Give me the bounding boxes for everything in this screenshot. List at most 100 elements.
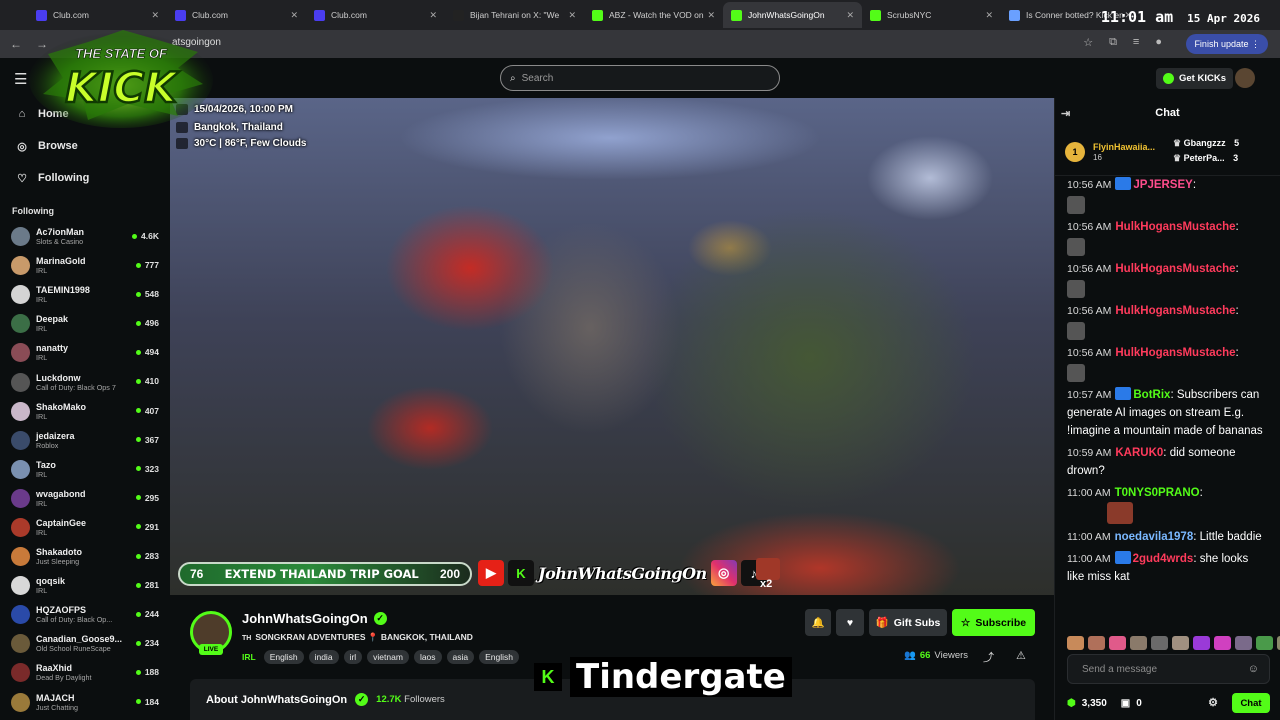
emoji-icon[interactable]: ☺ xyxy=(1248,663,1259,675)
following-item[interactable]: HQZAOFPS Call of Duty: Black Op... 244 xyxy=(0,600,170,629)
collapse-chat-icon[interactable]: ⇥ xyxy=(1061,107,1070,120)
avatar xyxy=(11,401,30,421)
following-item[interactable]: wvagabond IRL 295 xyxy=(0,484,170,513)
message-username[interactable]: noedavila1978 xyxy=(1115,531,1194,543)
following-item[interactable]: jedaizera Roblox 367 xyxy=(0,426,170,455)
tag-chip[interactable]: English xyxy=(263,650,304,664)
tag-row: IRL English india irl vietnam laos asia Englis… xyxy=(242,650,520,664)
following-name: Ac7ionMan xyxy=(36,227,85,238)
message-username[interactable]: KARUK0 xyxy=(1115,447,1163,459)
following-item[interactable]: qoqsik IRL 281 xyxy=(0,571,170,600)
tag-chip[interactable]: vietnam xyxy=(367,650,409,664)
top-gifter[interactable]: ♛ Gbangzzz 5 xyxy=(1173,136,1239,151)
browser-tab[interactable]: ABZ - Watch the VOD on ✕ xyxy=(584,2,723,28)
following-item[interactable]: Tazo IRL 323 xyxy=(0,455,170,484)
following-item[interactable]: Luckdonw Call of Duty: Black Ops 7 410 xyxy=(0,367,170,396)
rank-badge: 1 xyxy=(1065,141,1085,162)
close-tab-icon[interactable]: ✕ xyxy=(290,10,298,21)
following-item[interactable]: TAEMIN1998 IRL 548 xyxy=(0,280,170,309)
back-icon[interactable]: ← xyxy=(10,37,26,51)
following-item[interactable]: RaaXhid Dead By Daylight 188 xyxy=(0,658,170,687)
following-item[interactable]: Ac7ionMan Slots & Casino 4.6K xyxy=(0,222,170,251)
points-value[interactable]: 3,350 xyxy=(1082,698,1107,709)
following-name: nanatty xyxy=(36,343,69,354)
message-username[interactable]: T0NYS0PRANO xyxy=(1115,487,1200,499)
message-input[interactable]: Send a message ☺ xyxy=(1067,654,1270,684)
follow-button[interactable]: ♥ xyxy=(836,609,864,636)
chat-message: 11:00 AM T0NYS0PRANO: xyxy=(1067,484,1268,524)
message-username[interactable]: HulkHogansMustache xyxy=(1115,263,1235,275)
message-username[interactable]: JPJERSEY xyxy=(1133,179,1192,191)
message-username[interactable]: 2gud4wrds xyxy=(1133,553,1194,565)
top-gifter-1[interactable]: FlyinHawaiia... 16 xyxy=(1093,142,1155,162)
channel-name[interactable]: JohnWhatsGoingOn ✓ xyxy=(242,611,387,626)
emote-icon[interactable] xyxy=(1067,636,1084,650)
following-name: MarinaGold xyxy=(36,256,86,267)
emote-icon[interactable] xyxy=(1235,636,1252,650)
close-tab-icon[interactable]: ✕ xyxy=(429,10,437,21)
browser-tab[interactable]: Bijan Tehrani on X: "We ✕ xyxy=(445,2,584,28)
state-of-kick-logo: THE STATE OF KICK xyxy=(29,30,213,128)
top-gifter[interactable]: ♛ PeterPa... 3 xyxy=(1173,151,1239,166)
sidebar-item-following[interactable]: ♡ Following xyxy=(0,162,170,194)
close-tab-icon[interactable]: ✕ xyxy=(151,10,159,21)
browser-tab[interactable]: Club.com ✕ xyxy=(306,2,445,28)
tag-chip[interactable]: English xyxy=(479,650,520,664)
following-item[interactable]: MAJACH Just Chatting 184 xyxy=(0,688,170,717)
message-username[interactable]: HulkHogansMustache xyxy=(1115,347,1235,359)
chest-count[interactable]: 0 xyxy=(1136,698,1142,709)
emote-icon[interactable] xyxy=(1109,636,1126,650)
viewers-label: Viewers xyxy=(934,650,969,661)
emote-icon[interactable] xyxy=(1088,636,1105,650)
share-icon[interactable]: ⤴ xyxy=(983,649,994,665)
gear-icon[interactable]: ⚙ xyxy=(1208,696,1218,709)
user-avatar[interactable] xyxy=(1235,68,1255,88)
following-viewers: 367 xyxy=(135,435,159,445)
get-kicks-button[interactable]: Get KICKs xyxy=(1156,68,1233,89)
profile-icon[interactable]: ● xyxy=(1155,36,1162,49)
star-icon[interactable]: ☆ xyxy=(1083,36,1093,49)
browser-tab[interactable]: JohnWhatsGoingOn ✕ xyxy=(723,2,862,28)
tag-chip[interactable]: asia xyxy=(446,650,475,664)
notifications-button[interactable]: 🔔 xyxy=(805,609,831,636)
message-username[interactable]: HulkHogansMustache xyxy=(1115,305,1235,317)
close-tab-icon[interactable]: ✕ xyxy=(985,10,993,21)
following-item[interactable]: ShakoMako IRL 407 xyxy=(0,397,170,426)
emote-icon[interactable] xyxy=(1130,636,1147,650)
category-link[interactable]: IRL xyxy=(242,652,256,662)
emote-icon[interactable] xyxy=(1172,636,1189,650)
close-tab-icon[interactable]: ✕ xyxy=(846,10,854,21)
emote-icon[interactable] xyxy=(1256,636,1273,650)
hamburger-menu-icon[interactable]: ☰ xyxy=(14,70,27,88)
following-item[interactable]: Shakadoto Just Sleeping 283 xyxy=(0,542,170,571)
report-icon[interactable]: ⚠ xyxy=(1016,649,1026,662)
avatar xyxy=(11,634,30,654)
extensions-icon[interactable]: ⧉ xyxy=(1109,36,1117,49)
tag-chip[interactable]: india xyxy=(308,650,339,664)
subscribe-button[interactable]: ☆ Subscribe xyxy=(952,609,1035,636)
emote-icon[interactable] xyxy=(1214,636,1231,650)
gift-subs-button[interactable]: 🎁 Gift Subs xyxy=(869,609,947,636)
search-input[interactable]: ⌕ Search xyxy=(500,65,780,91)
following-item[interactable]: MarinaGold IRL 777 xyxy=(0,251,170,280)
message-username[interactable]: BotRix xyxy=(1133,389,1170,401)
following-item[interactable]: CaptainGee IRL 291 xyxy=(0,513,170,542)
tag-chip[interactable]: irl xyxy=(343,650,363,664)
following-item[interactable]: Deepak IRL 496 xyxy=(0,309,170,338)
sidebar-item-browse[interactable]: ◎ Browse xyxy=(0,130,170,162)
emote-icon[interactable] xyxy=(1193,636,1210,650)
finish-update-button[interactable]: Finish update ⋮ xyxy=(1186,34,1268,54)
tab-favicon-icon xyxy=(175,9,186,21)
emote-icon[interactable] xyxy=(1151,636,1168,650)
close-tab-icon[interactable]: ✕ xyxy=(707,10,715,21)
send-chat-button[interactable]: Chat xyxy=(1232,693,1270,713)
close-tab-icon[interactable]: ✕ xyxy=(568,10,576,21)
following-item[interactable]: nanatty IRL 494 xyxy=(0,338,170,367)
following-name: jedaizera xyxy=(36,430,75,441)
video-player[interactable]: 15/04/2026, 10:00 PM Bangkok, Thailand 3… xyxy=(170,98,1054,595)
browser-tab[interactable]: ScrubsNYC ✕ xyxy=(862,2,1001,28)
following-item[interactable]: Canadian_Goose9... Old School RuneScape 23… xyxy=(0,629,170,658)
message-username[interactable]: HulkHogansMustache xyxy=(1115,221,1235,233)
media-control-icon[interactable]: ≡ xyxy=(1133,36,1139,49)
tag-chip[interactable]: laos xyxy=(413,650,442,664)
